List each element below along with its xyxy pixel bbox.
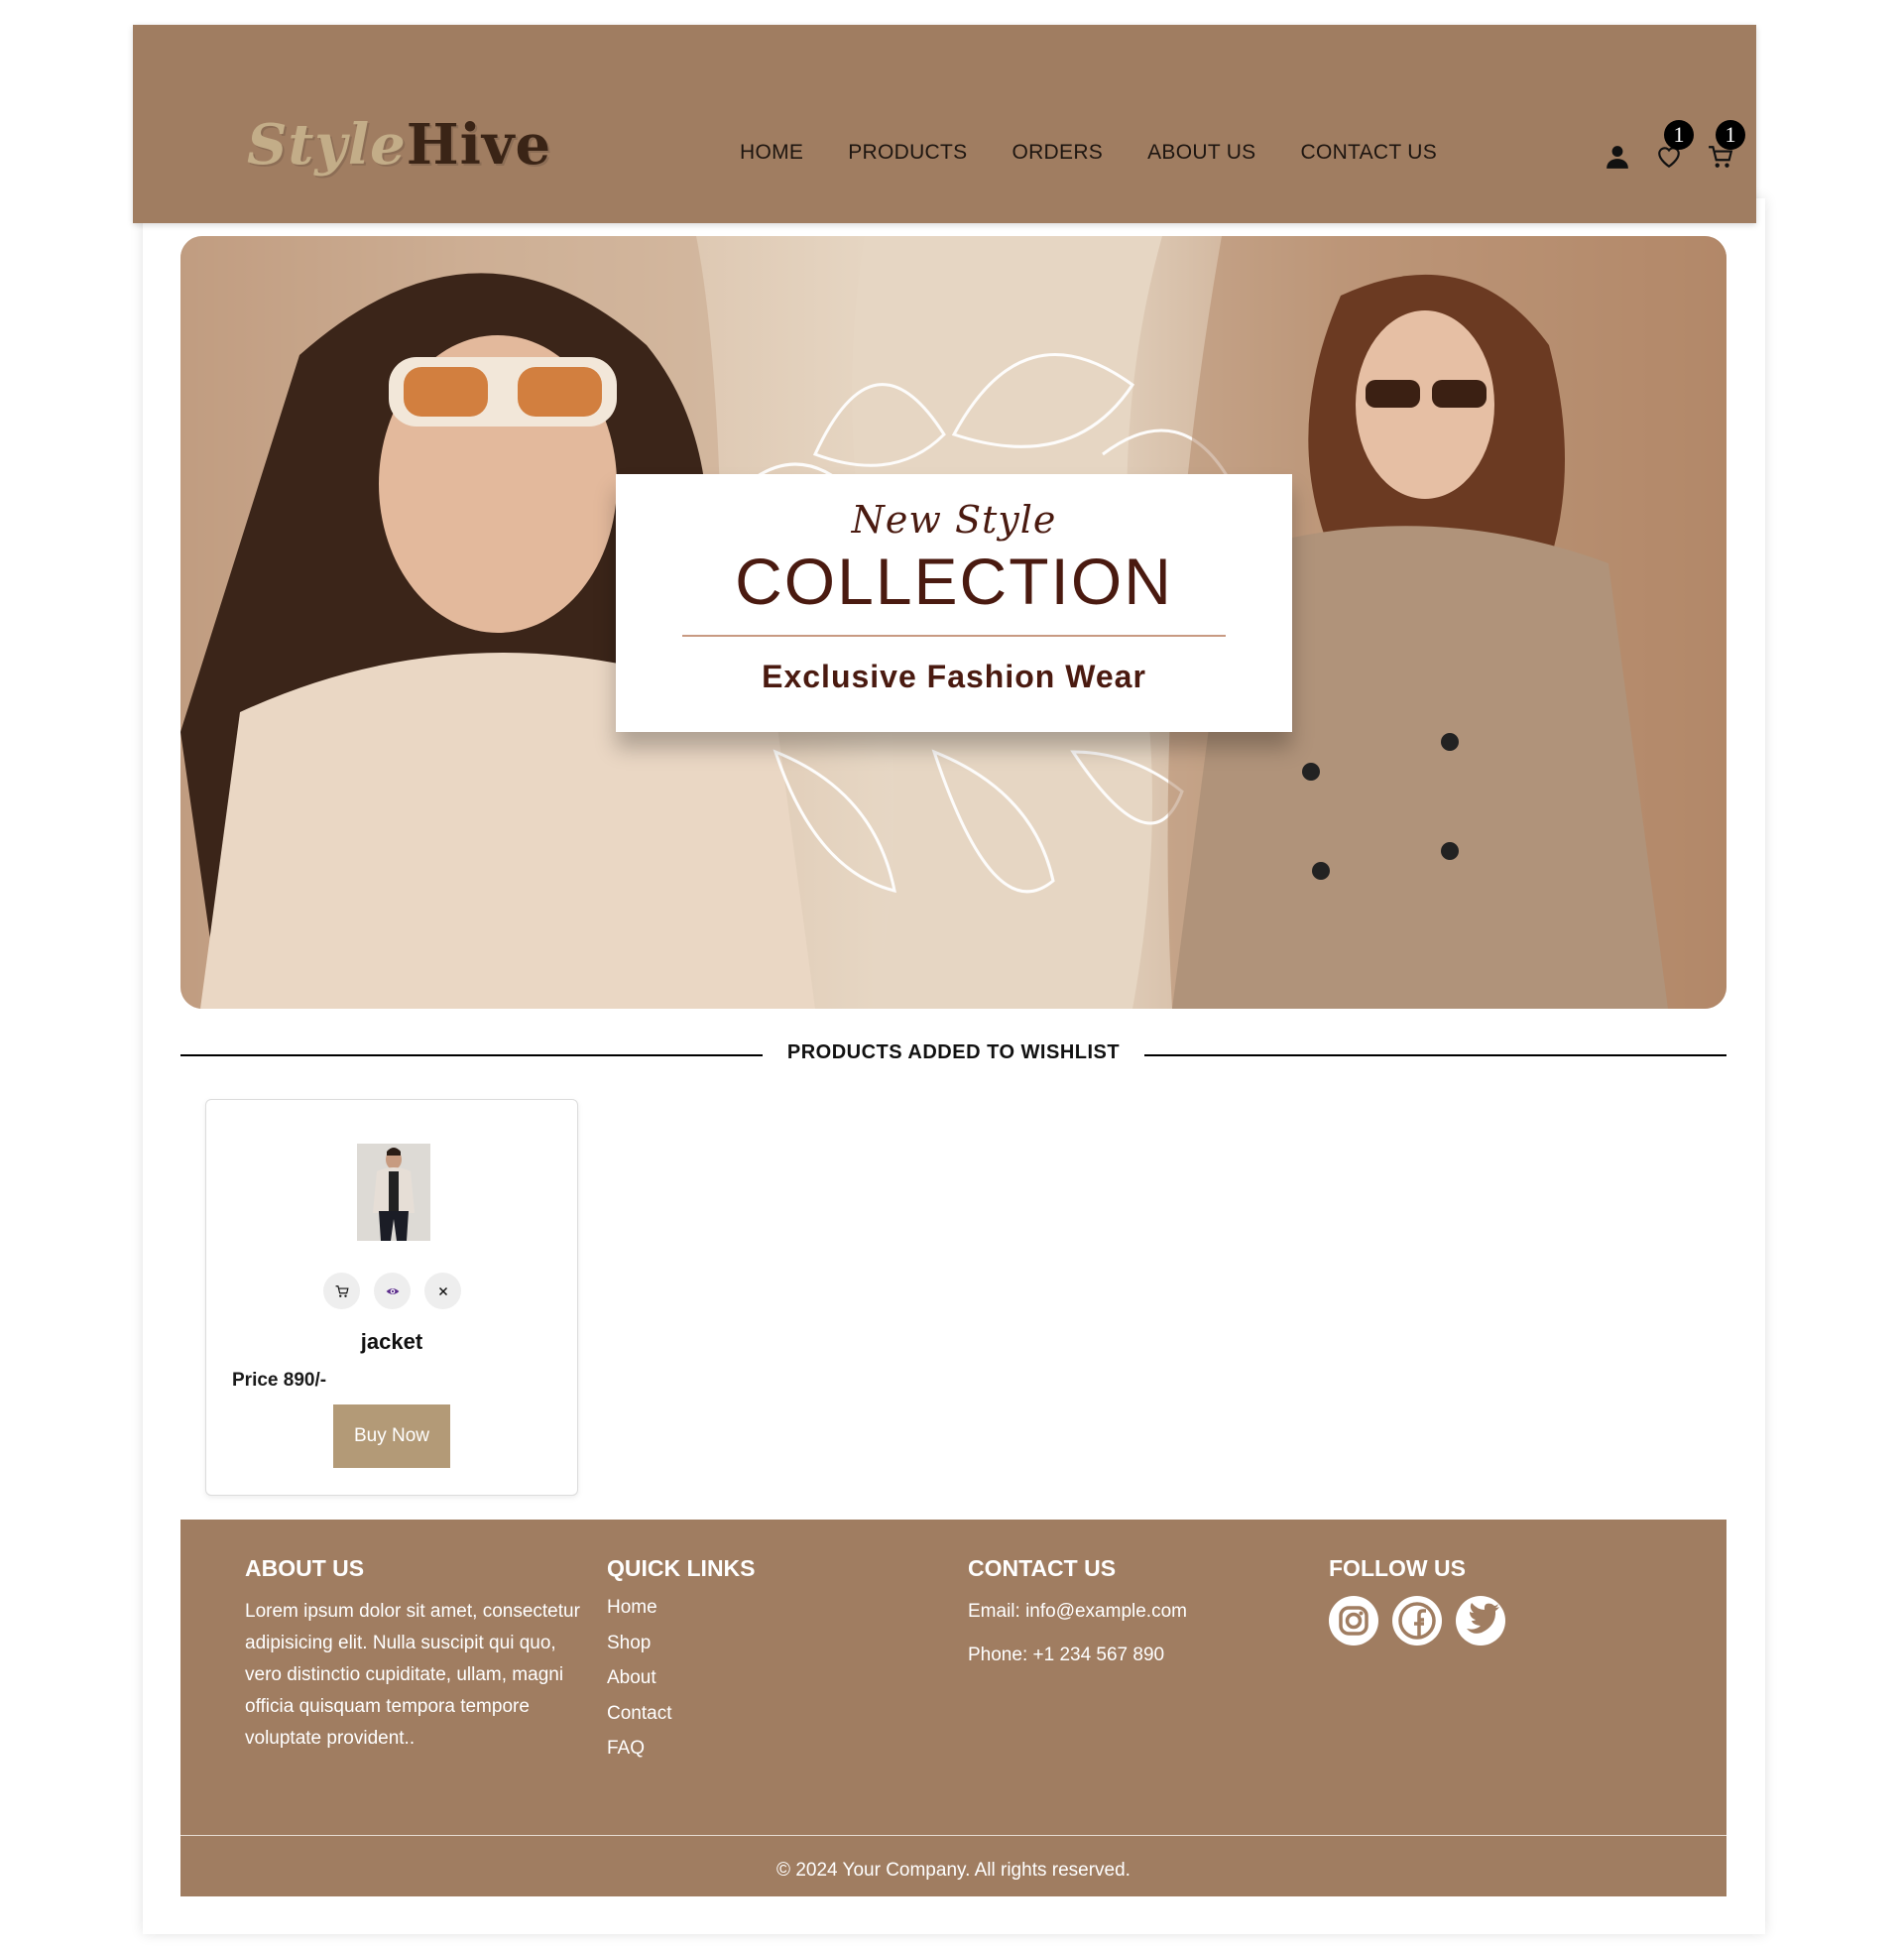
- product-actions: [323, 1273, 461, 1309]
- footer-phone: Phone: +1 234 567 890: [968, 1645, 1165, 1665]
- product-image[interactable]: [357, 1144, 430, 1241]
- footer-contact: CONTACT US Email: info@example.com Phone…: [968, 1555, 1305, 1677]
- quick-view-button[interactable]: [374, 1273, 411, 1309]
- hero-headline-card: New Style COLLECTION Exclusive Fashion W…: [616, 474, 1292, 732]
- twitter-icon[interactable]: [1456, 1596, 1505, 1646]
- hero-kicker: New Style: [851, 498, 1057, 542]
- footer-links-heading: QUICK LINKS: [607, 1555, 756, 1581]
- nav-home[interactable]: HOME: [740, 141, 803, 165]
- divider-right: [1144, 1054, 1726, 1056]
- footer-link-shop[interactable]: Shop: [607, 1626, 756, 1661]
- wishlist-section-header: PRODUCTS ADDED TO WISHLIST: [180, 1041, 1726, 1067]
- instagram-icon[interactable]: [1329, 1596, 1378, 1646]
- nav-about-us[interactable]: ABOUT US: [1147, 141, 1255, 165]
- footer-about: ABOUT US Lorem ipsum dolor sit amet, con…: [245, 1555, 582, 1755]
- footer-link-home[interactable]: Home: [607, 1590, 756, 1626]
- footer-follow: FOLLOW US: [1329, 1555, 1505, 1646]
- header-actions: 1 1: [1605, 120, 1745, 170]
- add-to-cart-button[interactable]: [323, 1273, 360, 1309]
- footer-email[interactable]: Email: info@example.com: [968, 1590, 1305, 1634]
- footer-about-text: Lorem ipsum dolor sit amet, consectetur …: [245, 1601, 580, 1749]
- main-nav: HOME PRODUCTS ORDERS ABOUT US CONTACT US: [740, 141, 1437, 165]
- social-links: [1329, 1596, 1505, 1646]
- wishlist-button[interactable]: 1: [1656, 120, 1694, 170]
- site-footer: ABOUT US Lorem ipsum dolor sit amet, con…: [180, 1520, 1726, 1896]
- hero-banner: New Style COLLECTION Exclusive Fashion W…: [180, 236, 1726, 1009]
- hero-subtitle: Exclusive Fashion Wear: [762, 659, 1146, 694]
- footer-about-heading: ABOUT US: [245, 1555, 365, 1581]
- product-price: Price 890/-: [232, 1370, 327, 1391]
- footer-contact-heading: CONTACT US: [968, 1555, 1117, 1581]
- nav-orders[interactable]: ORDERS: [1012, 141, 1103, 165]
- cart-icon: [335, 1284, 349, 1297]
- footer-link-faq[interactable]: FAQ: [607, 1731, 756, 1767]
- product-name: jacket: [360, 1329, 423, 1354]
- user-icon[interactable]: [1605, 144, 1630, 170]
- buy-now-button[interactable]: Buy Now: [333, 1404, 450, 1468]
- facebook-icon[interactable]: [1392, 1596, 1442, 1646]
- footer-quick-links: QUICK LINKS Home Shop About Contact FAQ: [607, 1555, 756, 1767]
- footer-divider: [180, 1835, 1726, 1836]
- cart-count-badge: 1: [1716, 120, 1745, 150]
- logo-text-style: Style: [247, 112, 407, 178]
- close-icon: [438, 1286, 447, 1295]
- site-logo[interactable]: StyleHive: [247, 112, 551, 178]
- footer-follow-heading: FOLLOW US: [1329, 1555, 1466, 1581]
- wishlist-count-badge: 1: [1664, 120, 1694, 150]
- wishlist-product-card: jacket Price 890/- Buy Now: [205, 1099, 578, 1496]
- cart-button[interactable]: 1: [1708, 120, 1745, 170]
- hero-title: COLLECTION: [735, 545, 1173, 618]
- wishlist-section-title: PRODUCTS ADDED TO WISHLIST: [786, 1041, 1121, 1063]
- footer-link-contact[interactable]: Contact: [607, 1696, 756, 1732]
- site-header: StyleHive HOME PRODUCTS ORDERS ABOUT US …: [133, 25, 1756, 223]
- copyright-text: © 2024 Your Company. All rights reserved…: [776, 1860, 1130, 1881]
- nav-products[interactable]: PRODUCTS: [848, 141, 967, 165]
- logo-text-hive: Hive: [406, 112, 552, 178]
- nav-contact-us[interactable]: CONTACT US: [1300, 141, 1437, 165]
- eye-icon: [386, 1287, 399, 1294]
- footer-link-about[interactable]: About: [607, 1660, 756, 1696]
- remove-from-wishlist-button[interactable]: [424, 1273, 461, 1309]
- hero-divider: [682, 635, 1226, 637]
